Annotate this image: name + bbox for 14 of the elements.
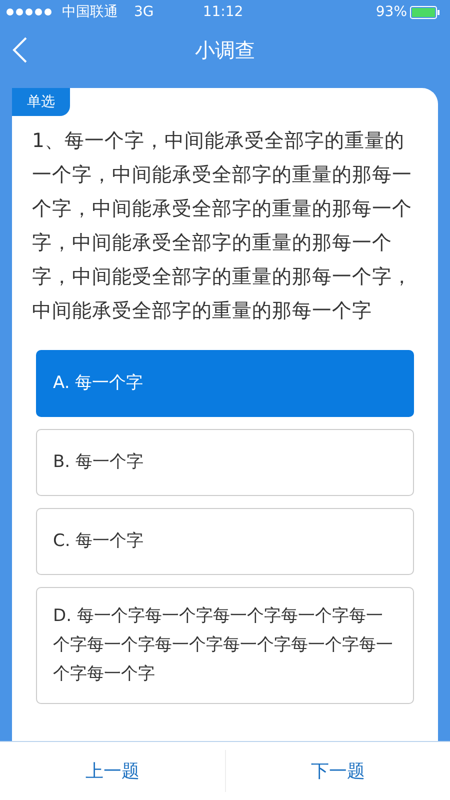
page-title: 小调查 <box>195 36 255 64</box>
answer-option[interactable]: B. 每一个字 <box>36 429 414 496</box>
network-type: 3G <box>134 4 154 20</box>
question-type-badge: 单选 <box>12 88 70 116</box>
battery-icon <box>410 6 440 18</box>
signal-icon <box>6 8 54 16</box>
clock-time: 11:12 <box>202 4 244 20</box>
question-text: 1、每一个字，中间能承受全部字的重量的一个字，中间能承受全部字的重量的那每一个字，中间能承受全部字的重量的那每一个字，中间能承受全部字的重量的那每一个字，中间能受全部字的重量的那每一个字，中间能承受全部字的重量的那每一个字 <box>32 128 413 324</box>
carrier-name: 中国联通 <box>62 3 118 21</box>
back-icon[interactable] <box>12 37 28 63</box>
battery-percent: 93% <box>376 4 408 20</box>
answer-option[interactable]: A. 每一个字 <box>36 350 414 417</box>
answer-option[interactable]: C. 每一个字 <box>36 508 414 575</box>
answer-option[interactable]: D. 每一个字每一个字每一个字每一个字每一个字每一个字每一个字每一个字每一个字每一个字每一个字 <box>36 587 414 704</box>
